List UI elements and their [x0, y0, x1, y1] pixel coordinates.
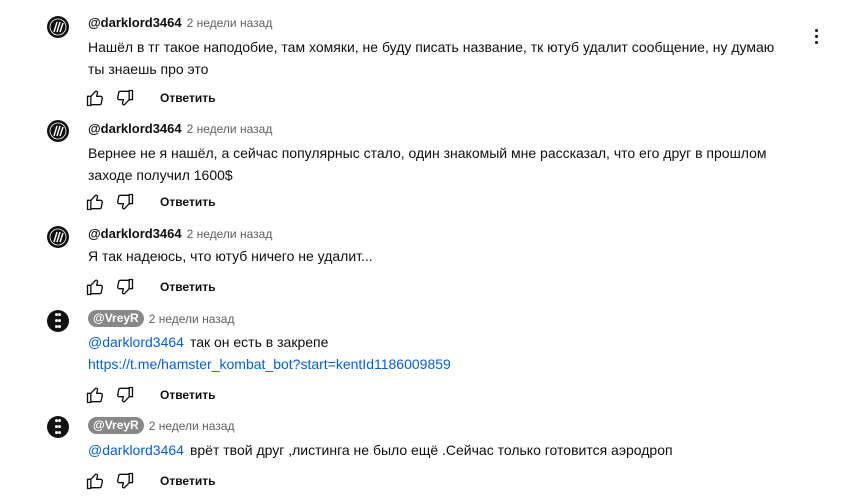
mention-link[interactable]: @darklord3464	[88, 442, 184, 458]
reply-button[interactable]: Ответить	[160, 388, 215, 402]
comment-time[interactable]: 2 недели назад	[187, 16, 273, 30]
comment-time[interactable]: 2 недели назад	[187, 122, 273, 136]
claw-logo-icon	[49, 18, 67, 36]
reply-button[interactable]: Ответить	[160, 91, 215, 105]
thumbs-down-icon[interactable]	[114, 87, 136, 109]
reply-button[interactable]: Ответить	[160, 474, 215, 488]
more-vert-icon[interactable]	[808, 26, 824, 46]
comment-body: врёт твой друг ,листинга не было ещё .Се…	[189, 442, 673, 458]
claw-logo-icon	[49, 228, 67, 246]
avatar[interactable]	[47, 16, 69, 38]
dots-pattern-icon: ●●	[54, 417, 62, 424]
thumbs-up-icon[interactable]	[84, 384, 106, 406]
comment-author[interactable]: @darklord3464	[88, 121, 182, 136]
thumbs-up-icon[interactable]	[84, 470, 106, 492]
thumbs-up-icon[interactable]	[84, 276, 106, 298]
thumbs-down-icon[interactable]	[114, 384, 136, 406]
thumbs-up-icon[interactable]	[84, 87, 106, 109]
dots-pattern-icon: ●●	[54, 311, 62, 318]
comment-author[interactable]: @VreyR	[88, 310, 144, 327]
comment-time[interactable]: 2 недели назад	[187, 227, 273, 241]
thumbs-down-icon[interactable]	[114, 470, 136, 492]
thumbs-down-icon[interactable]	[114, 191, 136, 213]
comment-text: Нашёл в тг такое наподобие, там хомяки, …	[88, 39, 775, 77]
thumbs-down-icon[interactable]	[114, 276, 136, 298]
avatar[interactable]: ●● ●● ●●	[47, 310, 69, 332]
comment-author[interactable]: @darklord3464	[88, 226, 182, 241]
reply-button[interactable]: Ответить	[160, 195, 215, 209]
comment-time[interactable]: 2 недели назад	[149, 312, 235, 326]
thumbs-up-icon[interactable]	[84, 191, 106, 213]
external-link[interactable]: https://t.me/hamster_kombat_bot?start=ke…	[88, 356, 451, 372]
avatar[interactable]: ●● ●● ●●	[47, 416, 69, 438]
claw-logo-icon	[49, 122, 67, 140]
comment-text: @darklord3464 врёт твой друг ,листинга не…	[88, 439, 788, 461]
avatar[interactable]	[47, 120, 69, 142]
reply-button[interactable]: Ответить	[160, 280, 215, 294]
comment-text: Вернее не я нашёл, а сейчас популярныс с…	[88, 145, 767, 183]
comment-author[interactable]: @VreyR	[88, 417, 144, 434]
comment-time[interactable]: 2 недели назад	[149, 419, 235, 433]
mention-link[interactable]: @darklord3464	[88, 334, 184, 350]
comment-text: @darklord3464 так он есть в закрепе https…	[88, 331, 788, 375]
comment-body: так он есть в закрепе	[189, 334, 329, 350]
comment-text: Я так надеюсь, что ютуб ничего не удалит…	[88, 248, 373, 264]
avatar[interactable]	[47, 226, 69, 248]
comment-author[interactable]: @darklord3464	[88, 15, 182, 30]
